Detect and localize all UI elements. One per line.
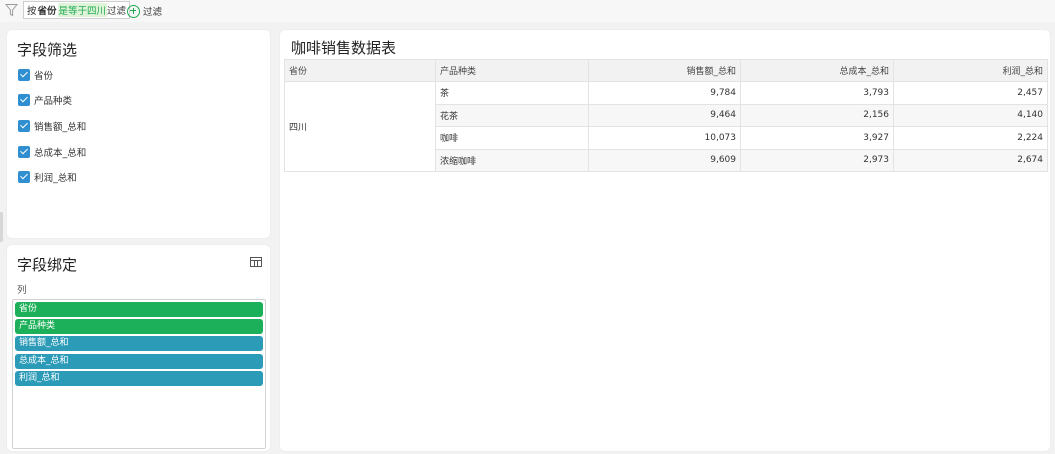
field-binding-title: 字段绑定 bbox=[17, 256, 78, 274]
checkbox-checked-icon[interactable] bbox=[18, 68, 30, 81]
filter-chip-suffix: 过滤 bbox=[107, 6, 127, 17]
table-cell: 浓缩咖啡 bbox=[435, 148, 589, 172]
add-circle-icon bbox=[127, 4, 140, 18]
table-cell: 咖啡 bbox=[435, 126, 589, 150]
table-view-icon[interactable] bbox=[250, 257, 262, 267]
field-checkbox-list: 省份 产品种类 销售额_总和 总成本_总和 利润_总和 bbox=[18, 68, 86, 196]
table-cell: 9,784 bbox=[588, 81, 741, 105]
binding-pill-sales-sum[interactable]: 销售额_总和 bbox=[15, 336, 263, 352]
add-filter-label: 过滤 bbox=[143, 7, 163, 18]
column-header[interactable]: 产品种类 bbox=[435, 59, 589, 82]
table-cell: 4,140 bbox=[893, 103, 1048, 127]
province-group-cell: 四川 bbox=[284, 81, 436, 172]
panel-collapse-handle[interactable] bbox=[0, 212, 3, 242]
filter-bar: 按 省份 是等于四川 过滤 过滤 bbox=[0, 0, 1055, 22]
field-checkbox-label: 总成本_总和 bbox=[34, 147, 87, 159]
column-header[interactable]: 销售额_总和 bbox=[588, 59, 741, 82]
table-row: 四川 茶 9,784 3,793 2,457 bbox=[284, 81, 1048, 172]
checkbox-checked-icon[interactable] bbox=[18, 119, 30, 132]
field-checkbox-cost-sum[interactable]: 总成本_总和 bbox=[18, 145, 87, 159]
checkbox-checked-icon[interactable] bbox=[18, 94, 30, 107]
table-cell: 10,073 bbox=[588, 126, 741, 150]
binding-pill-province[interactable]: 省份 bbox=[15, 302, 263, 317]
column-header[interactable]: 利润_总和 bbox=[893, 59, 1048, 82]
table-cell: 9,609 bbox=[588, 148, 741, 172]
filter-funnel-icon[interactable] bbox=[5, 3, 18, 17]
filter-chip-condition: 是等于四川 bbox=[57, 3, 108, 17]
table-header-row: 省份 产品种类 销售额_总和 总成本_总和 利润_总和 bbox=[284, 59, 1048, 82]
add-filter-button[interactable]: 过滤 bbox=[127, 3, 162, 19]
column-header[interactable]: 总成本_总和 bbox=[740, 59, 894, 82]
field-filter-title: 字段筛选 bbox=[17, 41, 78, 59]
column-drop-zone[interactable]: 省份 产品种类 销售额_总和 总成本_总和 利润_总和 bbox=[12, 299, 266, 449]
binding-pill-product-type[interactable]: 产品种类 bbox=[15, 319, 263, 335]
active-filter-chip[interactable]: 按 省份 是等于四川 过滤 bbox=[23, 1, 131, 19]
table-cell: 9,464 bbox=[588, 103, 741, 127]
field-checkbox-product-type[interactable]: 产品种类 bbox=[18, 94, 86, 107]
field-checkbox-sales-sum[interactable]: 销售额_总和 bbox=[18, 119, 87, 133]
binding-pill-cost-sum[interactable]: 总成本_总和 bbox=[15, 353, 263, 369]
checkbox-checked-icon[interactable] bbox=[18, 145, 30, 158]
filter-chip-field: 省份 bbox=[37, 6, 57, 17]
field-checkbox-label: 省份 bbox=[34, 70, 54, 82]
table-cell: 2,224 bbox=[893, 126, 1048, 150]
field-filter-panel: 字段筛选 省份 产品种类 销售额_总和 总成本_总和 利润_总和 bbox=[7, 30, 270, 238]
table-cell: 2,674 bbox=[893, 148, 1048, 172]
field-checkbox-label: 销售额_总和 bbox=[34, 121, 87, 133]
field-checkbox-label: 产品种类 bbox=[34, 96, 73, 108]
table-cell: 2,156 bbox=[740, 103, 894, 127]
table-cell: 花茶 bbox=[435, 103, 589, 127]
table-cell: 3,927 bbox=[740, 126, 894, 150]
table-cell: 茶 bbox=[435, 81, 589, 105]
table-title: 咖啡销售数据表 bbox=[291, 39, 397, 57]
column-section-label: 列 bbox=[17, 285, 27, 296]
field-binding-panel: 字段绑定 列 省份 产品种类 销售额_总和 总成本_总和 利润_总和 bbox=[7, 245, 270, 451]
checkbox-checked-icon[interactable] bbox=[18, 171, 30, 184]
field-checkbox-label: 利润_总和 bbox=[34, 173, 77, 185]
field-checkbox-province[interactable]: 省份 bbox=[18, 68, 86, 82]
table-cell: 2,973 bbox=[740, 148, 894, 172]
sales-data-table: 省份 产品种类 销售额_总和 总成本_总和 利润_总和 四川 茶 9,784 3… bbox=[284, 59, 1048, 172]
field-checkbox-profit-sum[interactable]: 利润_总和 bbox=[18, 171, 86, 184]
binding-pill-profit-sum[interactable]: 利润_总和 bbox=[15, 370, 263, 386]
table-cell: 2,457 bbox=[893, 81, 1048, 105]
column-header[interactable]: 省份 bbox=[284, 59, 436, 82]
table-cell: 3,793 bbox=[740, 81, 894, 105]
filter-chip-prefix: 按 bbox=[27, 6, 37, 17]
sales-table-panel: 咖啡销售数据表 省份 产品种类 销售额_总和 总成本_总和 利润_总和 四川 茶… bbox=[280, 30, 1050, 451]
